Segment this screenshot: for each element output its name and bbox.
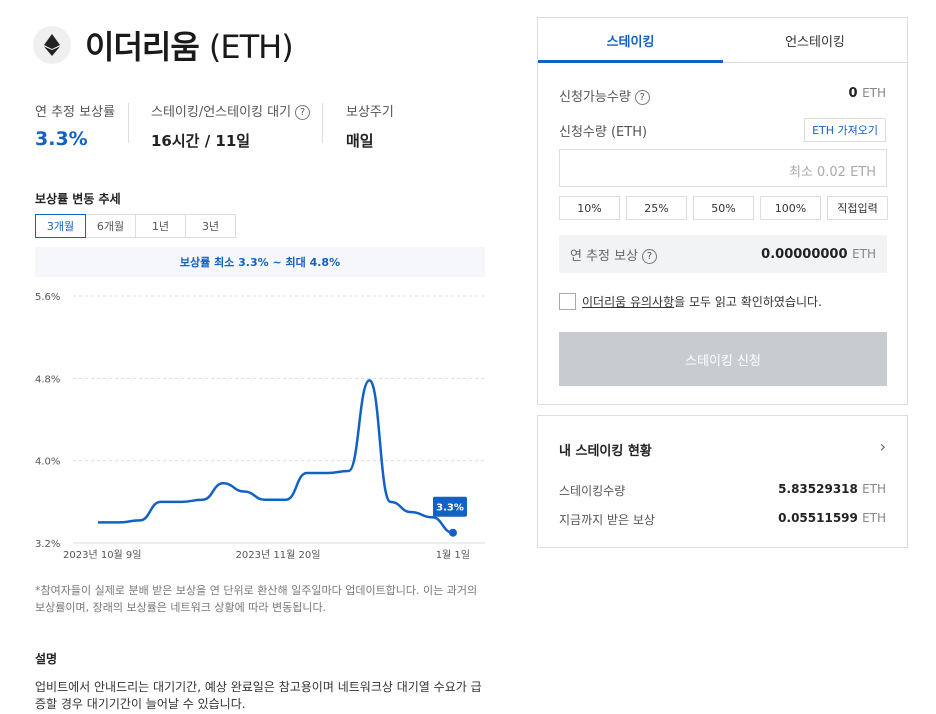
percent-buttons: 10% 25% 50% 100% 직접입력 bbox=[559, 196, 888, 220]
y-tick-label: 3.2% bbox=[35, 539, 60, 550]
description-text: 업비트에서 안내드리는 대기기간, 예상 완료일은 참고용이며 네트워크상 대기… bbox=[35, 680, 482, 711]
stat-label: 보상주기 bbox=[346, 105, 394, 120]
divider bbox=[322, 103, 323, 143]
tab-staking[interactable]: 스테이킹 bbox=[538, 18, 723, 62]
last-point bbox=[449, 528, 457, 537]
stat-value: 3.3% bbox=[35, 128, 88, 150]
percent-25-button[interactable]: 25% bbox=[626, 196, 687, 220]
staking-panel: 스테이킹 언스테이킹 신청가능수량? 0 ETH 신청수량 (ETH) ETH … bbox=[537, 17, 908, 405]
received-reward-label: 지금까지 받은 보상 bbox=[559, 513, 655, 527]
stat-wait-period: 스테이킹/언스테이킹 대기? 16시간 / 11일 bbox=[151, 101, 311, 151]
direct-input-button[interactable]: 직접입력 bbox=[827, 196, 888, 220]
stat-reward-cycle: 보상주기 매일 bbox=[346, 101, 394, 151]
stat-label: 연 추정 보상률 bbox=[35, 105, 116, 120]
tab-unstaking[interactable]: 언스테이킹 bbox=[723, 18, 907, 62]
stake-submit-button[interactable]: 스테이킹 신청 bbox=[559, 332, 887, 386]
staking-tabs: 스테이킹 언스테이킹 bbox=[538, 18, 907, 63]
stat-value: 매일 bbox=[346, 132, 374, 150]
ethereum-icon bbox=[33, 26, 71, 64]
status-title: 내 스테이킹 현황 bbox=[559, 444, 652, 459]
series-line bbox=[98, 379, 454, 534]
percent-50-button[interactable]: 50% bbox=[693, 196, 754, 220]
help-icon[interactable]: ? bbox=[295, 105, 311, 120]
amount-input[interactable]: 최소 0.02 ETH bbox=[559, 149, 887, 187]
fetch-eth-button[interactable]: ETH 가져오기 bbox=[804, 118, 886, 142]
reward-rate-chart: 5.6% 4.8% 4.0% 3.2%2023년 10월 9일 2023년 11월 20… bbox=[35, 292, 485, 561]
active-tab-indicator bbox=[538, 60, 723, 63]
page-header: 이더리움 (ETH) bbox=[33, 22, 294, 68]
percent-100-button[interactable]: 100% bbox=[760, 196, 821, 220]
divider bbox=[128, 103, 129, 143]
last-value-label: 3.3% bbox=[436, 503, 464, 514]
trend-title: 보상률 변동 추세 bbox=[35, 192, 121, 206]
period-tabs: 3개월 6개월 1년 3년 bbox=[35, 214, 236, 238]
tab-3-years[interactable]: 3년 bbox=[185, 214, 236, 238]
staked-amount-value: 5.83529318 ETH bbox=[778, 482, 886, 496]
chevron-right-icon[interactable]: › bbox=[880, 437, 886, 456]
stat-annual-rate: 연 추정 보상률 3.3% bbox=[35, 101, 115, 150]
x-tick-label: 2023년 11월 20일 bbox=[236, 549, 321, 561]
page-title: 이더리움 (ETH) bbox=[85, 28, 294, 66]
chart-note: *참여자들이 실제로 분배 받은 보상을 연 단위로 환산해 일주일마다 업데이… bbox=[35, 584, 478, 614]
agree-checkbox[interactable] bbox=[559, 293, 576, 310]
staking-status-panel: 내 스테이킹 현황 › 스테이킹수량 5.83529318 ETH 지금까지 받… bbox=[537, 415, 908, 548]
help-icon[interactable]: ? bbox=[642, 248, 658, 264]
help-icon[interactable]: ? bbox=[634, 90, 650, 105]
estimated-reward-value: 0.00000000 ETH bbox=[761, 246, 876, 262]
estimated-reward-label: 연 추정 보상? bbox=[570, 245, 658, 264]
estimated-reward-box: 연 추정 보상? 0.00000000 ETH bbox=[559, 235, 887, 273]
rate-range-banner: 보상률 최소 3.3% ~ 최대 4.8% bbox=[35, 247, 485, 277]
description-title: 설명 bbox=[35, 652, 58, 666]
staked-amount-label: 스테이킹수량 bbox=[559, 484, 626, 498]
tab-6-months[interactable]: 6개월 bbox=[85, 214, 136, 238]
tab-1-year[interactable]: 1년 bbox=[135, 214, 186, 238]
y-tick-label: 4.0% bbox=[35, 457, 60, 468]
x-tick-label: 2023년 10월 9일 bbox=[63, 549, 142, 561]
available-amount-value: 0 ETH bbox=[848, 86, 886, 101]
available-amount-label: 신청가능수량? bbox=[559, 86, 650, 105]
y-tick-label: 4.8% bbox=[35, 374, 60, 385]
agree-text: 이더리움 유의사항을 모두 읽고 확인하였습니다. bbox=[582, 295, 822, 309]
y-tick-label: 5.6% bbox=[35, 292, 60, 303]
tab-3-months[interactable]: 3개월 bbox=[35, 214, 86, 238]
amount-label: 신청수량 (ETH) bbox=[559, 125, 648, 140]
notice-link[interactable]: 이더리움 유의사항 bbox=[582, 295, 674, 309]
received-reward-value: 0.05511599 ETH bbox=[778, 511, 886, 525]
agree-row: 이더리움 유의사항을 모두 읽고 확인하였습니다. bbox=[559, 293, 822, 310]
percent-10-button[interactable]: 10% bbox=[559, 196, 620, 220]
stat-label: 스테이킹/언스테이킹 대기 bbox=[151, 105, 292, 120]
stat-value: 16시간 / 11일 bbox=[151, 132, 251, 150]
x-tick-label: 1월 1일 bbox=[436, 549, 470, 561]
